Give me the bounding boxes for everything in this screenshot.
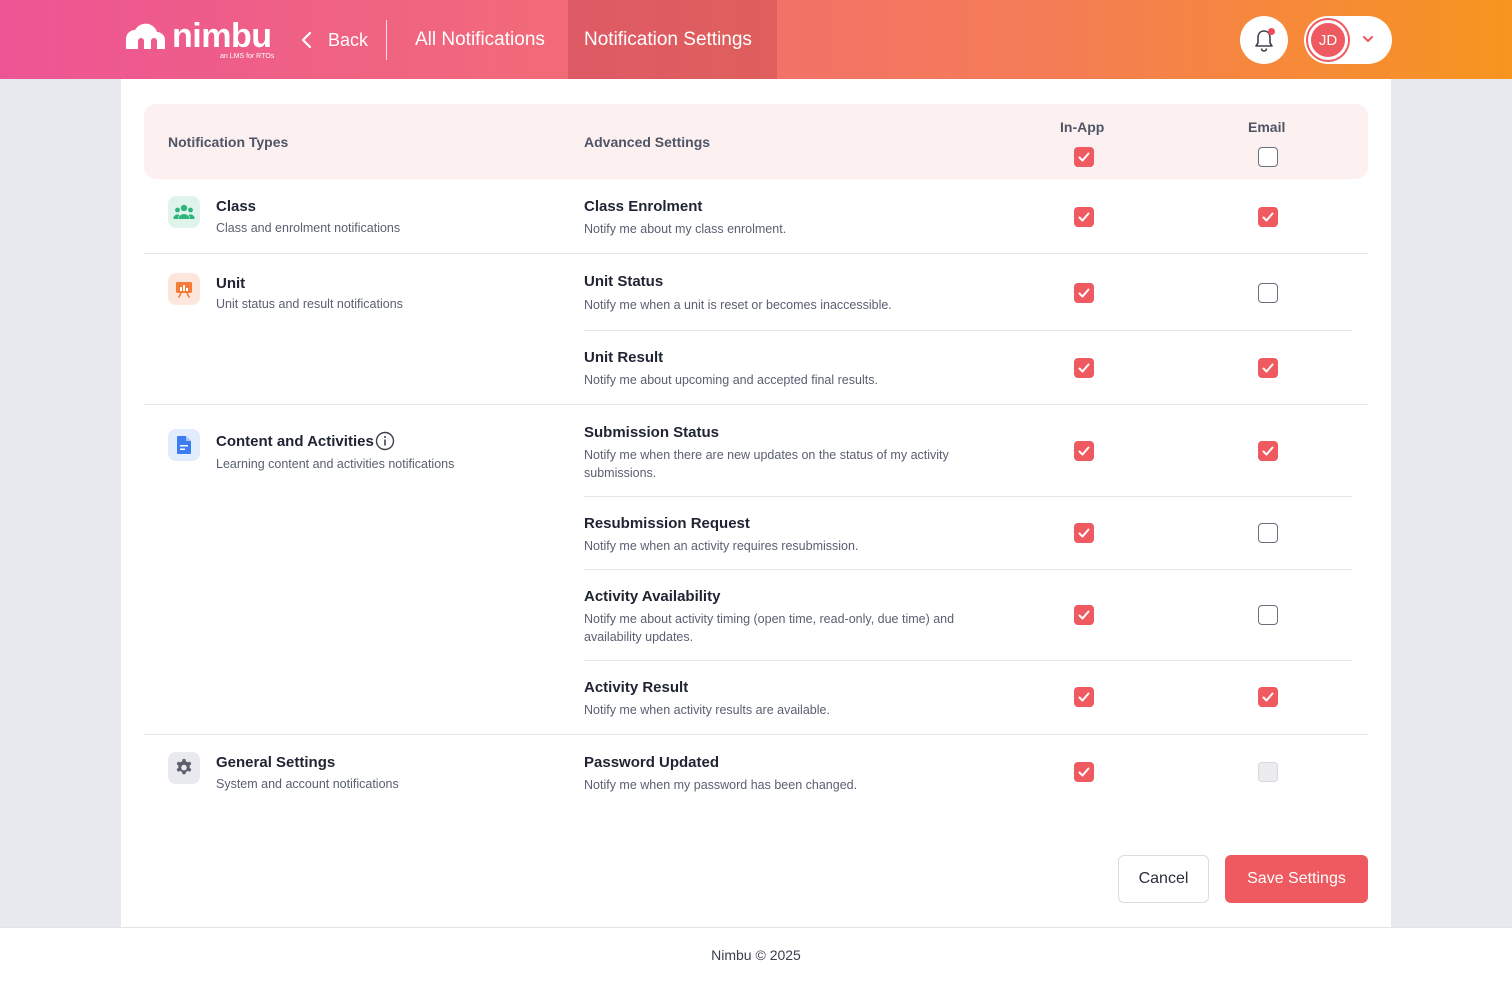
save-settings-button[interactable]: Save Settings — [1225, 855, 1368, 903]
col-email: Email — [1248, 119, 1286, 135]
user-menu-button[interactable]: JD — [1304, 16, 1392, 64]
unit-status-in-app-checkbox[interactable] — [1074, 283, 1094, 303]
setting-title: Activity Availability — [584, 588, 721, 605]
nav-divider — [386, 20, 387, 60]
unit-status-email-checkbox[interactable] — [1258, 283, 1278, 303]
row-divider — [584, 496, 1352, 497]
activity-result-email-checkbox[interactable] — [1258, 687, 1278, 707]
cloud-logo-icon — [126, 23, 165, 49]
category-title: Class — [216, 198, 257, 215]
logo-tagline: an LMS for RTOs — [220, 53, 275, 60]
activity-result-in-app-checkbox[interactable] — [1074, 687, 1094, 707]
top-nav-bar: nimbu an LMS for RTOs Back All Notificat… — [0, 0, 1512, 79]
activity-availability-email-checkbox[interactable] — [1258, 605, 1278, 625]
row-divider — [584, 569, 1352, 570]
class-enrolment-in-app-checkbox[interactable] — [1074, 207, 1094, 227]
notifications-button[interactable] — [1240, 16, 1288, 64]
settings-panel: Notification Types Advanced Settings In-… — [121, 79, 1391, 927]
unread-dot — [1268, 28, 1275, 35]
setting-title: Submission Status — [584, 424, 720, 441]
check-icon — [1078, 767, 1090, 777]
unit-result-in-app-checkbox[interactable] — [1074, 358, 1094, 378]
setting-title: Activity Result — [584, 679, 689, 696]
row-divider — [584, 330, 1352, 331]
check-icon — [1262, 446, 1274, 456]
password-updated-email-checkbox — [1258, 762, 1278, 782]
category-title: Unit — [216, 275, 246, 292]
document-icon — [168, 429, 200, 461]
unit-result-email-checkbox[interactable] — [1258, 358, 1278, 378]
col-in-app: In-App — [1060, 119, 1105, 135]
tab-label: All Notifications — [415, 28, 545, 50]
back-button[interactable]: Back — [300, 22, 368, 58]
submission-status-email-checkbox[interactable] — [1258, 441, 1278, 461]
users-icon — [168, 196, 200, 228]
check-icon — [1262, 363, 1274, 373]
row-divider — [584, 660, 1352, 661]
check-icon — [1078, 363, 1090, 373]
row-divider — [144, 253, 1368, 254]
setting-description: Notify me about my class enrolment. — [584, 222, 787, 236]
check-icon — [1078, 692, 1090, 702]
setting-description: Notify me about activity timing (open ti… — [584, 612, 955, 644]
col-notification-types: Notification Types — [168, 134, 289, 150]
password-updated-in-app-checkbox[interactable] — [1074, 762, 1094, 782]
category-description: Class and enrolment notifications — [216, 221, 401, 235]
gear-icon — [168, 752, 200, 784]
setting-title: Password Updated — [584, 754, 720, 771]
select-all-in-app-checkbox[interactable] — [1074, 147, 1094, 167]
chevron-left-icon — [301, 31, 312, 49]
resubmission-request-in-app-checkbox[interactable] — [1074, 523, 1094, 543]
category-description: System and account notifications — [216, 777, 399, 791]
setting-title: Resubmission Request — [584, 515, 750, 532]
nimbu-logo[interactable]: nimbu an LMS for RTOs — [122, 17, 282, 63]
check-icon — [1078, 446, 1090, 456]
check-icon — [1078, 152, 1090, 162]
submission-status-in-app-checkbox[interactable] — [1074, 441, 1094, 461]
setting-title: Unit Status — [584, 273, 664, 290]
tab-all-notifications[interactable]: All Notifications — [399, 0, 561, 79]
footer: Nimbu © 2025 — [0, 927, 1512, 982]
row-divider — [144, 404, 1368, 405]
category-title: General Settings — [216, 754, 336, 771]
setting-title: Unit Result — [584, 349, 664, 366]
logo-wordmark: nimbu — [172, 17, 272, 55]
setting-description: Notify me when activity results are avai… — [584, 703, 830, 717]
check-icon — [1262, 692, 1274, 702]
table-header: Notification Types Advanced Settings In-… — [144, 104, 1368, 179]
activity-availability-in-app-checkbox[interactable] — [1074, 605, 1094, 625]
class-enrolment-email-checkbox[interactable] — [1258, 207, 1278, 227]
chevron-down-icon — [1363, 36, 1373, 42]
setting-description: Notify me when a unit is reset or become… — [584, 298, 892, 312]
check-icon — [1078, 610, 1090, 620]
category-description: Unit status and result notifications — [216, 297, 403, 311]
setting-title: Class Enrolment — [584, 198, 703, 215]
category-description: Learning content and activities notifica… — [216, 457, 455, 471]
copyright-text: Nimbu © 2025 — [711, 947, 801, 963]
presentation-chart-icon — [168, 273, 200, 305]
resubmission-request-email-checkbox[interactable] — [1258, 523, 1278, 543]
back-label: Back — [328, 29, 369, 50]
row-divider — [144, 734, 1368, 735]
category-title: Content and Activities — [216, 433, 374, 450]
setting-description: Notify me when my password has been chan… — [584, 778, 858, 792]
select-all-email-checkbox[interactable] — [1258, 147, 1278, 167]
avatar: JD — [1308, 20, 1348, 60]
check-icon — [1262, 212, 1274, 222]
tab-notification-settings[interactable]: Notification Settings — [568, 0, 777, 79]
setting-description: Notify me when there are new updates on … — [584, 448, 949, 480]
cancel-button[interactable]: Cancel — [1118, 855, 1209, 903]
col-advanced-settings: Advanced Settings — [584, 134, 711, 150]
setting-description: Notify me when an activity requires resu… — [584, 539, 859, 553]
check-icon — [1078, 212, 1090, 222]
tab-label: Notification Settings — [584, 28, 752, 50]
check-icon — [1078, 528, 1090, 538]
check-icon — [1078, 288, 1090, 298]
info-icon[interactable] — [375, 431, 395, 451]
setting-description: Notify me about upcoming and accepted fi… — [584, 373, 878, 387]
